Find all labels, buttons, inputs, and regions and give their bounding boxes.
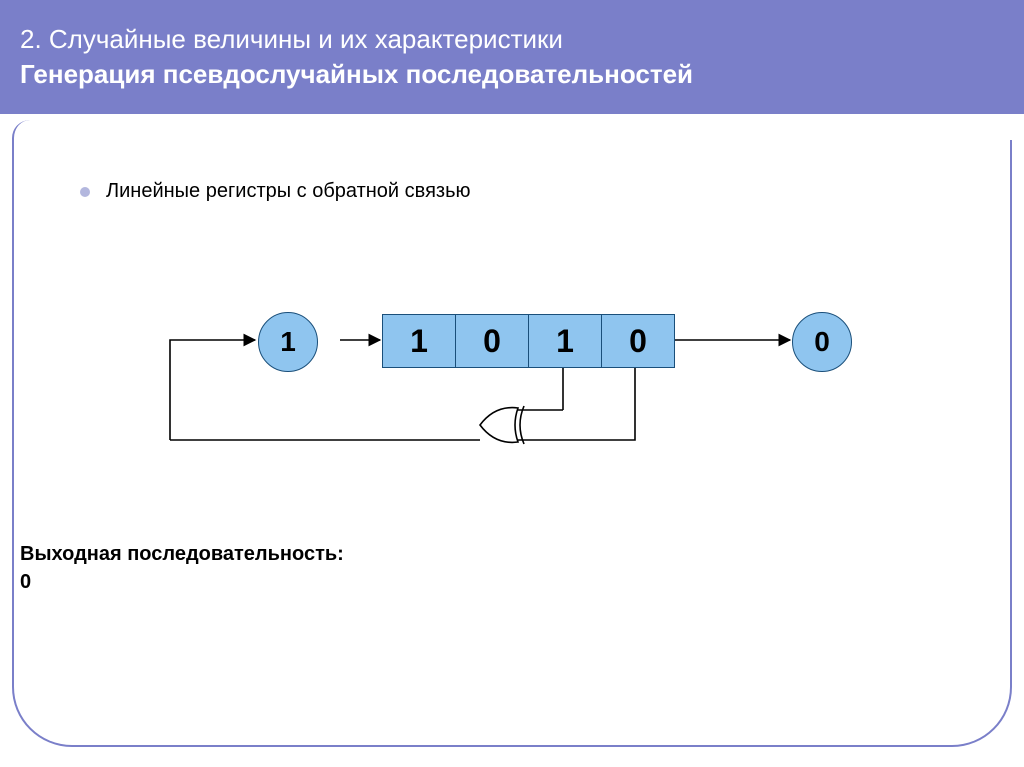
- output-sequence-label: Выходная последовательность:: [20, 540, 344, 568]
- shift-register: 1 0 1 0: [382, 314, 675, 368]
- header-subtitle: 2. Случайные величины и их характеристик…: [20, 24, 1004, 55]
- bullet-item: Линейные регистры с обратной связью: [80, 180, 470, 203]
- output-sequence-block: Выходная последовательность: 0: [20, 540, 344, 596]
- lfsr-diagram: 1 1 0 1 0 0: [140, 300, 900, 500]
- output-value: 0: [814, 326, 830, 358]
- register-cell: 0: [455, 314, 529, 368]
- output-sequence-value: 0: [20, 568, 344, 596]
- output-node: 0: [792, 312, 852, 372]
- bullet-text: Линейные регистры с обратной связью: [106, 180, 470, 203]
- slide: 2. Случайные величины и их характеристик…: [0, 0, 1024, 767]
- header-title: Генерация псевдослучайных последовательн…: [20, 59, 1004, 90]
- slide-header: 2. Случайные величины и их характеристик…: [0, 0, 1024, 114]
- register-cell: 1: [528, 314, 602, 368]
- feedback-value: 1: [280, 326, 296, 358]
- bullet-dot-icon: [80, 187, 90, 197]
- feedback-node: 1: [258, 312, 318, 372]
- register-cell: 1: [382, 314, 456, 368]
- register-cell: 0: [601, 314, 675, 368]
